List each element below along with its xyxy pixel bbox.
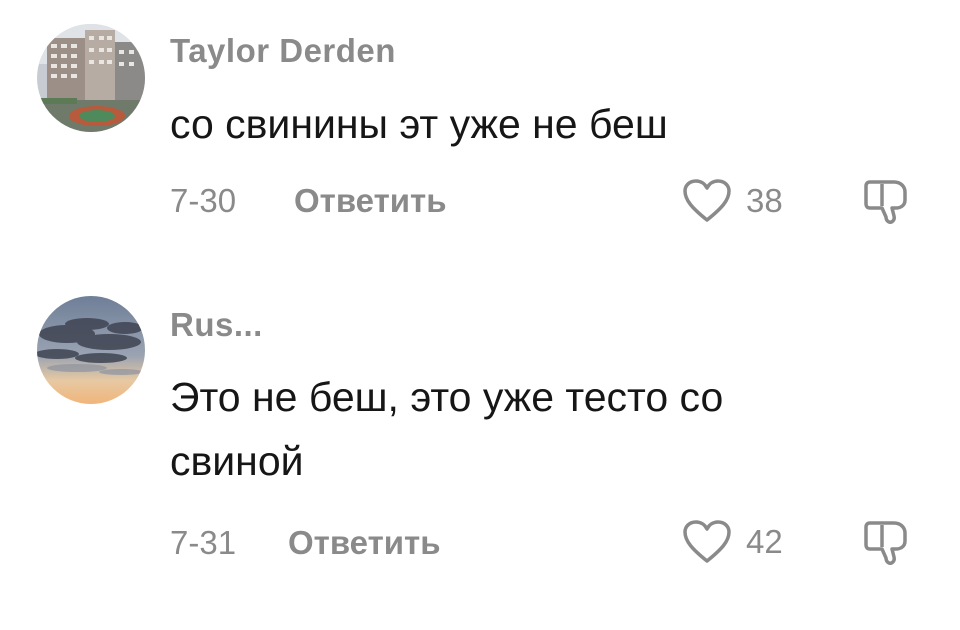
comment-text: Это не беш, это уже тесто со свиной	[170, 374, 724, 484]
comment-date: 7-30	[170, 182, 237, 219]
dislike-button[interactable]	[862, 517, 910, 567]
like-count: 38	[746, 182, 783, 219]
like-count: 42	[746, 523, 783, 560]
avatar[interactable]	[37, 24, 145, 132]
comment-item: Taylor Derden со свинины эт уже не беш 7…	[0, 0, 960, 270]
comment-text: со свинины эт уже не беш	[170, 101, 668, 147]
comment-username[interactable]: Taylor Derden	[170, 32, 396, 70]
like-button[interactable]: 42	[682, 517, 783, 567]
thumbs-down-icon	[864, 521, 907, 565]
thumbs-down-icon	[864, 180, 907, 224]
comment-item: Rus... Это не беш, это уже тесто со свин…	[0, 270, 960, 630]
comment-date: 7-31	[170, 524, 237, 561]
building-photo-avatar-icon	[37, 24, 145, 132]
sky-photo-avatar-icon	[37, 296, 145, 404]
reply-button[interactable]: Ответить	[294, 182, 447, 220]
heart-icon	[683, 520, 731, 563]
dislike-button[interactable]	[862, 176, 910, 226]
like-button[interactable]: 38	[682, 176, 783, 226]
heart-icon	[683, 179, 731, 222]
reply-button[interactable]: Ответить	[288, 524, 441, 562]
comment-username[interactable]: Rus...	[170, 306, 263, 344]
avatar[interactable]	[37, 296, 145, 404]
